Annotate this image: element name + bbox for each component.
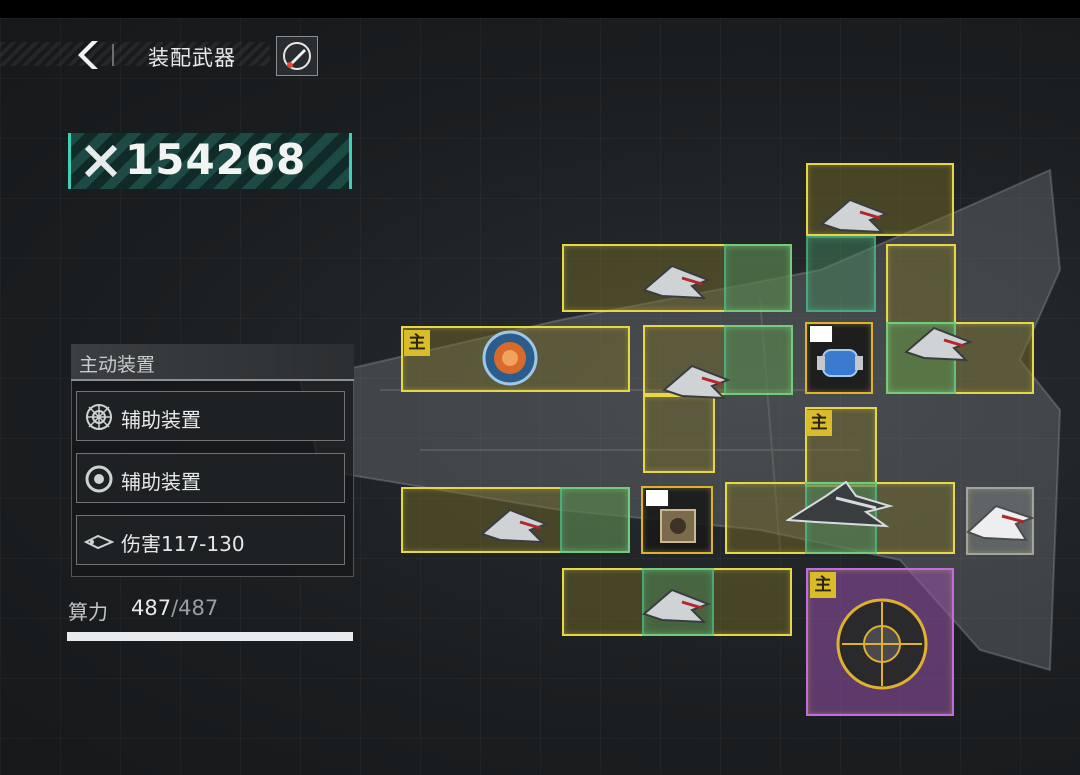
combat-power-banner: 154268 <box>68 133 352 189</box>
active-device-header: 主动装置 <box>71 344 354 381</box>
device-slot-2[interactable]: 辅助装置 <box>76 453 345 503</box>
rocket-icon <box>283 42 311 70</box>
white-fighter-icon <box>966 504 1034 542</box>
crossed-swords-icon <box>84 144 118 178</box>
target-ring-icon <box>85 465 113 493</box>
grid-cell-overlap-4 <box>724 325 793 395</box>
device-slot-1[interactable]: 辅助装置 <box>76 391 345 441</box>
page-title: 装配武器 <box>148 46 236 70</box>
fighter-ship-icon <box>820 198 889 234</box>
back-button[interactable] <box>72 38 104 72</box>
grid-cell-overlap-6 <box>560 487 630 553</box>
grid-cell-overlap-2 <box>806 236 876 312</box>
circuit-chip-icon <box>660 509 696 543</box>
device-slot-3[interactable]: 伤害117-130 <box>76 515 345 565</box>
damage-arrow-icon <box>84 534 114 550</box>
grid-cell-fighter-4b[interactable] <box>643 395 715 473</box>
sphere-drone-icon <box>836 598 928 690</box>
compute-total: /487 <box>171 596 219 620</box>
device-slot-3-label: 伤害117-130 <box>121 532 245 556</box>
fighter-ship-icon <box>642 264 711 300</box>
fighter-ship-icon <box>662 364 731 400</box>
main-tag-bomber: 主 <box>806 410 832 436</box>
compute-value: 487/487 <box>131 596 218 620</box>
device-slot-2-label: 辅助装置 <box>121 470 201 494</box>
top-black-bar <box>0 0 1080 18</box>
fighter-ship-icon <box>642 588 711 624</box>
chevron-left-icon <box>78 41 98 69</box>
grid-cell-overlap-1 <box>724 244 792 312</box>
circuit-chip-module <box>641 486 713 554</box>
combat-power-value: 154268 <box>125 135 307 184</box>
active-device-title: 主动装置 <box>79 354 156 376</box>
main-tag-reactor: 主 <box>404 330 430 356</box>
energy-capsule-module <box>805 322 873 394</box>
ship-view-button[interactable] <box>276 36 318 76</box>
fighter-ship-icon <box>904 326 973 362</box>
compute-used: 487 <box>131 596 172 620</box>
device-slot-1-label: 辅助装置 <box>121 408 201 432</box>
shield-web-icon <box>86 404 112 430</box>
heavy-fighter-icon <box>786 480 894 528</box>
reactor-core-icon <box>482 330 538 386</box>
fighter-ship-icon <box>480 508 549 544</box>
compute-bar <box>67 632 353 641</box>
header-separator <box>112 44 114 66</box>
main-tag-drone: 主 <box>810 572 836 598</box>
compute-label: 算力 <box>68 600 108 624</box>
energy-capsule-icon <box>817 349 863 377</box>
